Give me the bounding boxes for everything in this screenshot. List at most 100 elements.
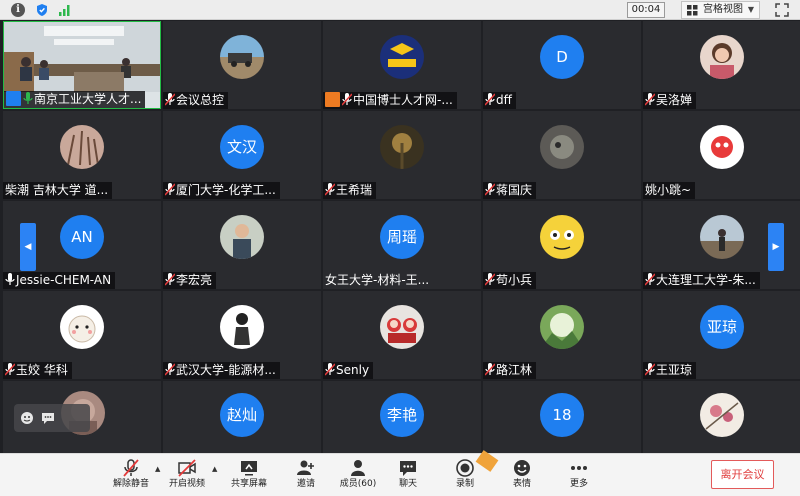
meeting-timer: 00:04 bbox=[627, 2, 665, 18]
participant-tile[interactable]: 李宏亮 bbox=[163, 201, 321, 289]
participant-name: 大连理工大学-朱... bbox=[643, 272, 760, 289]
more-dots-icon bbox=[571, 466, 587, 470]
invite-button[interactable]: 邀请 bbox=[283, 458, 329, 494]
participant-name: 吴洛婵 bbox=[643, 92, 697, 109]
previous-page-arrow[interactable]: ◀ bbox=[20, 223, 36, 271]
mic-muted-icon bbox=[645, 273, 655, 286]
participant-avatar bbox=[220, 305, 264, 349]
participant-avatar bbox=[540, 125, 584, 169]
reactions-button[interactable]: 表情 bbox=[499, 458, 545, 494]
camera-off-icon bbox=[178, 459, 196, 477]
participant-name: Senly bbox=[323, 362, 374, 379]
grid-view-icon bbox=[687, 5, 698, 16]
participant-tile[interactable]: 路江林 bbox=[483, 291, 641, 379]
participant-avatar: 周瑶 bbox=[380, 215, 424, 259]
mic-icon bbox=[5, 273, 15, 285]
participant-name: dff bbox=[483, 92, 516, 109]
participant-avatar bbox=[60, 305, 104, 349]
view-mode-button[interactable]: 宫格视图 ▼ bbox=[681, 1, 760, 19]
start-video-button[interactable]: 开启视频 bbox=[164, 458, 210, 494]
participant-name: Jessie-CHEM-AN bbox=[3, 272, 116, 289]
next-page-arrow[interactable]: ▶ bbox=[768, 223, 784, 271]
participant-tile[interactable]: 南京工业大学人才... bbox=[3, 21, 161, 109]
participant-name: 女王大学-材料-王... bbox=[325, 273, 430, 287]
participant-avatar bbox=[220, 215, 264, 259]
participant-tile[interactable]: 苟小兵 bbox=[483, 201, 641, 289]
participant-name: 李宏亮 bbox=[163, 272, 217, 289]
participant-avatar bbox=[540, 215, 584, 259]
participant-name: 玉姣 华科 bbox=[3, 362, 72, 379]
add-person-icon bbox=[297, 460, 314, 475]
participant-name: 柴潮 吉林大学 道... bbox=[3, 182, 113, 199]
floating-toolbox bbox=[14, 404, 90, 432]
participant-tile[interactable]: 会议总控 bbox=[163, 21, 321, 109]
mic-muted-icon bbox=[485, 93, 495, 106]
mic-muted-icon bbox=[485, 363, 495, 376]
audio-options-caret[interactable]: ▲ bbox=[155, 465, 160, 473]
top-bar: i 00:04 宫格视图 ▼ bbox=[0, 0, 800, 20]
person-icon bbox=[325, 92, 340, 107]
participant-tile[interactable]: 中国博士人才网-... bbox=[323, 21, 481, 109]
participant-avatar bbox=[60, 125, 104, 169]
participant-tile[interactable]: 赵灿 bbox=[163, 381, 321, 453]
participant-tile[interactable]: Senly bbox=[323, 291, 481, 379]
mic-muted-icon bbox=[485, 183, 495, 196]
participant-tile[interactable]: D dff bbox=[483, 21, 641, 109]
share-screen-icon bbox=[241, 461, 257, 476]
participant-avatar: 赵灿 bbox=[220, 393, 264, 437]
participant-tile[interactable]: 文汉 厦门大学-化学工... bbox=[163, 111, 321, 199]
mic-muted-icon bbox=[165, 363, 175, 376]
participant-avatar: 李艳 bbox=[380, 393, 424, 437]
share-screen-button[interactable]: 共享屏幕 bbox=[226, 458, 272, 494]
signal-icon[interactable] bbox=[58, 3, 72, 17]
participant-avatar bbox=[700, 125, 744, 169]
participant-avatar: 亚琼 bbox=[700, 305, 744, 349]
participant-tile[interactable]: 吴洛婵 bbox=[643, 21, 800, 109]
participant-tile[interactable]: 玉姣 华科 bbox=[3, 291, 161, 379]
participant-tile[interactable]: 王希瑞 bbox=[323, 111, 481, 199]
participant-avatar bbox=[700, 35, 744, 79]
participant-avatar: 18 bbox=[540, 393, 584, 437]
participant-tile[interactable]: 18 bbox=[483, 381, 641, 453]
mic-muted-icon bbox=[325, 363, 335, 376]
participant-tile[interactable]: 李艳 bbox=[323, 381, 481, 453]
participant-name: 中国博士人才网-... bbox=[323, 92, 457, 109]
leave-meeting-button[interactable]: 离开会议 bbox=[711, 460, 774, 489]
record-icon bbox=[456, 459, 474, 477]
participant-name: 厦门大学-化学工... bbox=[163, 182, 280, 199]
mic-muted-icon bbox=[5, 363, 15, 376]
participant-tile[interactable]: 武汉大学-能源材... bbox=[163, 291, 321, 379]
participant-tile[interactable] bbox=[643, 381, 800, 453]
chat-button[interactable]: 聊天 bbox=[385, 458, 431, 494]
participant-avatar: D bbox=[540, 35, 584, 79]
participant-name: 王亚琼 bbox=[643, 362, 697, 379]
participant-tile[interactable]: 亚琼 王亚琼 bbox=[643, 291, 800, 379]
mic-muted-icon bbox=[485, 273, 495, 286]
participant-tile[interactable]: 蒋国庆 bbox=[483, 111, 641, 199]
participant-name: 姚小跳~ bbox=[643, 182, 696, 199]
participant-avatar bbox=[380, 305, 424, 349]
view-mode-label: 宫格视图 bbox=[703, 4, 743, 15]
shield-icon[interactable] bbox=[35, 3, 49, 17]
fullscreen-icon[interactable] bbox=[775, 3, 789, 17]
mic-muted-icon bbox=[645, 363, 655, 376]
chat-icon bbox=[400, 461, 416, 476]
info-icon[interactable]: i bbox=[11, 3, 25, 17]
mic-muted-icon bbox=[165, 93, 175, 106]
mic-muted-icon bbox=[165, 273, 175, 286]
mic-muted-icon bbox=[342, 93, 352, 106]
emoji-icon[interactable] bbox=[20, 411, 34, 425]
participant-name: 路江林 bbox=[483, 362, 537, 379]
participant-tile[interactable]: 姚小跳~ bbox=[643, 111, 800, 199]
host-person-icon bbox=[6, 91, 21, 106]
participant-avatar: AN bbox=[60, 215, 104, 259]
participant-tile[interactable]: 周瑶 女王大学-材料-王... bbox=[323, 201, 481, 289]
chat-bubble-icon[interactable] bbox=[41, 411, 55, 425]
video-options-caret[interactable]: ▲ bbox=[212, 465, 217, 473]
participant-avatar bbox=[380, 35, 424, 79]
unmute-button[interactable]: 解除静音 bbox=[108, 458, 154, 494]
more-button[interactable]: 更多 bbox=[556, 458, 602, 494]
mic-muted-icon bbox=[165, 183, 175, 196]
mic-muted-icon bbox=[123, 459, 139, 477]
participant-tile[interactable]: 柴潮 吉林大学 道... bbox=[3, 111, 161, 199]
